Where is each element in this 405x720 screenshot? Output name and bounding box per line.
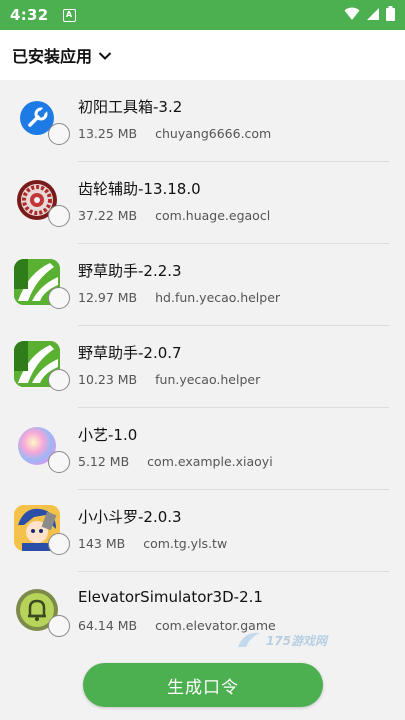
app-name: 野草助手-2.0.7 xyxy=(78,344,182,362)
app-meta: 12.97 MB hd.fun.yecao.helper xyxy=(78,290,280,305)
app-meta: 13.25 MB chuyang6666.com xyxy=(78,126,271,141)
select-checkbox[interactable] xyxy=(48,451,70,473)
select-checkbox[interactable] xyxy=(48,533,70,555)
signal-icon xyxy=(367,7,379,20)
list-item[interactable]: 野草助手-2.0.7 10.23 MB fun.yecao.helper xyxy=(0,326,405,408)
watermark-logo-icon xyxy=(238,632,260,647)
app-size: 5.12 MB xyxy=(78,454,130,469)
select-checkbox[interactable] xyxy=(48,123,70,145)
app-package: com.tg.yls.tw xyxy=(143,536,228,551)
watermark: 175游戏网 xyxy=(236,626,356,654)
app-size: 13.25 MB xyxy=(78,126,138,141)
status-indicators xyxy=(344,6,395,21)
app-name: ElevatorSimulator3D-2.1 xyxy=(78,588,263,606)
app-list-filter-dropdown[interactable]: 已安装应用 xyxy=(0,30,405,80)
app-package: fun.yecao.helper xyxy=(155,372,261,387)
status-time: 4:32 xyxy=(10,6,49,24)
app-name: 齿轮辅助-13.18.0 xyxy=(78,180,201,198)
select-checkbox[interactable] xyxy=(48,205,70,227)
app-package: com.example.xiaoyi xyxy=(147,454,273,469)
list-item[interactable]: 初阳工具箱-3.2 13.25 MB chuyang6666.com xyxy=(0,80,405,162)
app-size: 64.14 MB xyxy=(78,618,138,633)
status-bar: 4:32 A xyxy=(0,0,405,30)
app-meta: 10.23 MB fun.yecao.helper xyxy=(78,372,260,387)
chevron-down-icon xyxy=(98,52,112,60)
app-size: 10.23 MB xyxy=(78,372,138,387)
app-name: 野草助手-2.2.3 xyxy=(78,262,182,280)
battery-icon xyxy=(386,6,395,21)
app-package: hd.fun.yecao.helper xyxy=(155,290,281,305)
app-package: chuyang6666.com xyxy=(155,126,272,141)
watermark-text: 175游戏网 xyxy=(266,633,328,648)
app-size: 37.22 MB xyxy=(78,208,138,223)
select-checkbox[interactable] xyxy=(48,287,70,309)
app-meta: 5.12 MB com.example.xiaoyi xyxy=(78,454,273,469)
app-name: 初阳工具箱-3.2 xyxy=(78,98,183,116)
select-checkbox[interactable] xyxy=(48,615,70,637)
page-title: 已安装应用 xyxy=(12,47,93,66)
list-item[interactable]: 野草助手-2.2.3 12.97 MB hd.fun.yecao.helper xyxy=(0,244,405,326)
app-size: 143 MB xyxy=(78,536,126,551)
app-meta: 37.22 MB com.huage.egaocl xyxy=(78,208,270,223)
wifi-icon xyxy=(344,7,360,20)
app-meta: 143 MB com.tg.yls.tw xyxy=(78,536,227,551)
app-list: 初阳工具箱-3.2 13.25 MB chuyang6666.com 齿轮辅助-… xyxy=(0,80,405,654)
app-name: 小小斗罗-2.0.3 xyxy=(78,508,182,526)
app-list-area: 初阳工具箱-3.2 13.25 MB chuyang6666.com 齿轮辅助-… xyxy=(0,80,405,720)
list-item[interactable]: 小艺-1.0 5.12 MB com.example.xiaoyi xyxy=(0,408,405,490)
generate-code-button[interactable]: 生成口令 xyxy=(83,663,323,707)
app-size: 12.97 MB xyxy=(78,290,138,305)
select-checkbox[interactable] xyxy=(48,369,70,391)
app-package: com.huage.egaocl xyxy=(155,208,271,223)
app-name: 小艺-1.0 xyxy=(78,426,138,444)
list-item[interactable]: 齿轮辅助-13.18.0 37.22 MB com.huage.egaocl xyxy=(0,162,405,244)
notification-icon: A xyxy=(62,8,76,22)
list-item[interactable]: 小小斗罗-2.0.3 143 MB com.tg.yls.tw xyxy=(0,490,405,572)
